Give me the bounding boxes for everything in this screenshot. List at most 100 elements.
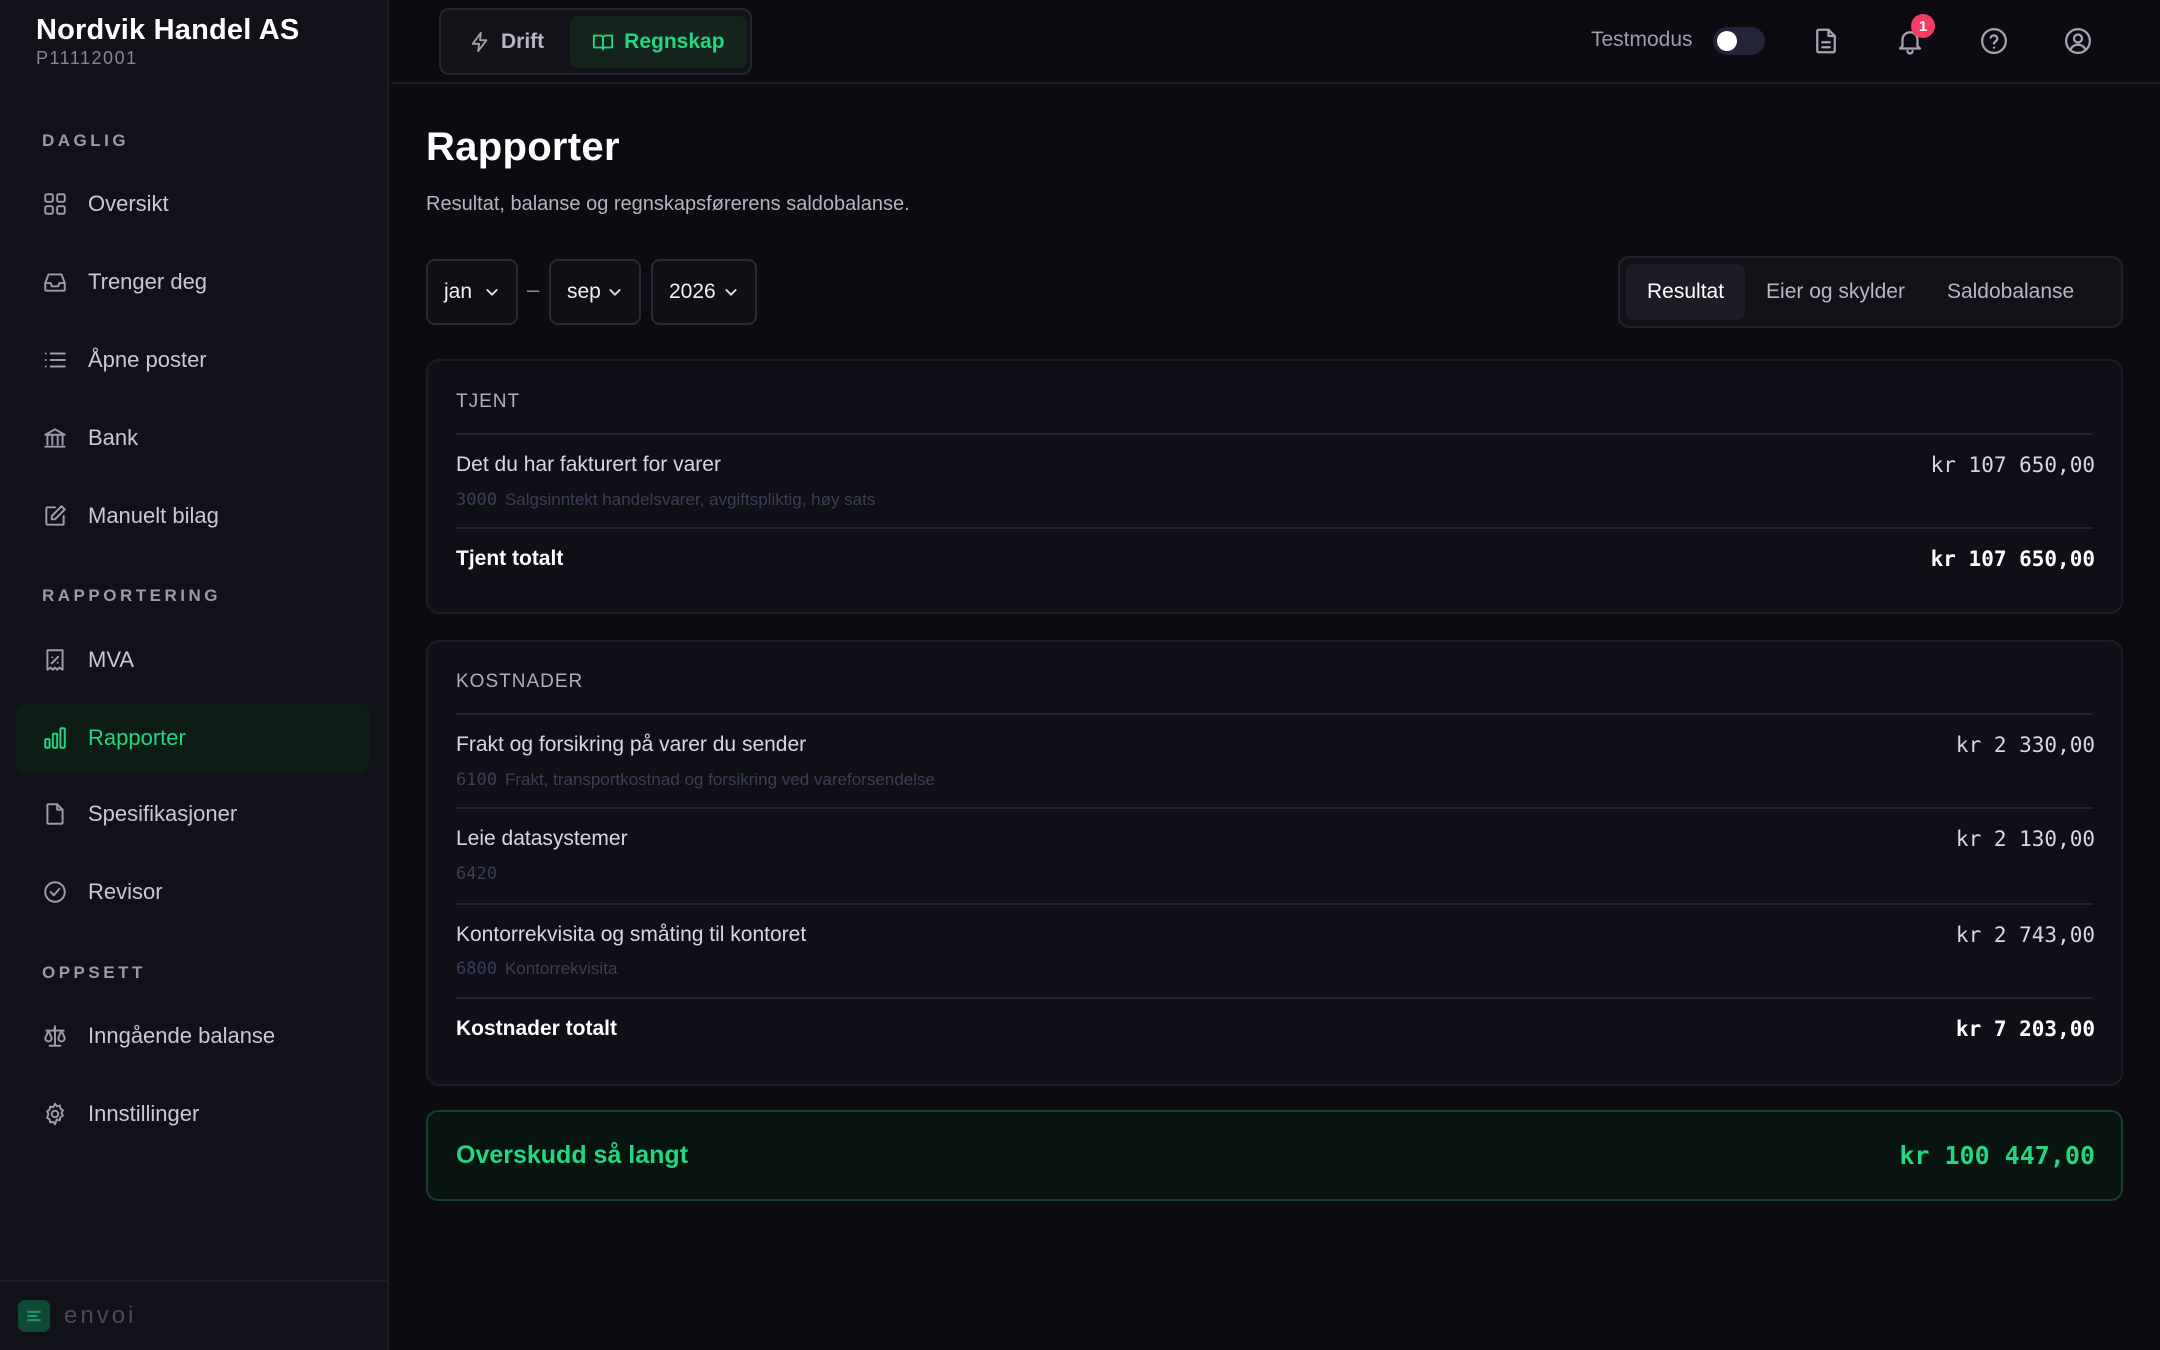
income-total-amount: kr 107 650,00 (1930, 547, 2095, 571)
income-row-label: Det du har fakturert for varer (456, 453, 721, 476)
sidebar-item-label: Rapporter (88, 725, 186, 750)
account-number: 6420 (456, 864, 497, 884)
profit-amount: kr 100 447,00 (1899, 1141, 2095, 1170)
profit-label: Overskudd så langt (456, 1141, 689, 1169)
section-title-daglig: DAGLIG (42, 131, 130, 150)
cost-row-account: 6800 Kontorrekvisita (456, 959, 617, 979)
chevron-down-icon (609, 289, 621, 296)
cost-row-amount: kr 2 330,00 (1955, 733, 2095, 757)
document-text-icon (1816, 28, 1836, 54)
testmodus-label: Testmodus (1591, 28, 1693, 51)
topbar: Drift Regnskap Testmodus 1 (391, 0, 2160, 84)
divider (456, 527, 2093, 529)
tab-saldobalanse[interactable]: Saldobalanse (1926, 264, 2095, 320)
income-total-label: Tjent totalt (456, 547, 564, 570)
inbox-icon (42, 269, 68, 295)
document-button[interactable] (1807, 22, 1845, 60)
page-subtitle: Resultat, balanse og regnskapsførerens s… (426, 193, 910, 215)
notification-badge: 1 (1911, 14, 1935, 38)
costs-total-label: Kostnader totalt (456, 1017, 618, 1040)
check-circle-icon (42, 879, 68, 905)
sidebar-item-mva[interactable]: MVA (16, 625, 369, 695)
report-tabs: Resultat Eier og skylder Saldobalanse (1618, 256, 2123, 328)
toggle-knob (1717, 31, 1737, 51)
divider (456, 903, 2093, 905)
chevron-down-icon (725, 289, 737, 296)
costs-card: KOSTNADER Frakt og forsikring på varer d… (426, 640, 2123, 1086)
testmodus-toggle[interactable] (1713, 27, 1765, 55)
divider (456, 433, 2093, 435)
divider (456, 713, 2093, 715)
open-book-icon (593, 34, 614, 50)
chevron-down-icon (486, 289, 498, 296)
sidebar-item-label: Bank (88, 425, 139, 450)
edit-icon (42, 503, 68, 529)
sidebar-item-innstillinger[interactable]: Innstillinger (16, 1079, 369, 1149)
account-number: 6800 (456, 959, 497, 979)
sidebar-item-label: Revisor (88, 879, 163, 904)
receipt-percent-icon (42, 647, 68, 673)
cost-row-account: 6100 Frakt, transportkostnad og forsikrin… (456, 770, 935, 790)
section-title-rapportering: RAPPORTERING (42, 586, 221, 605)
divider (456, 807, 2093, 809)
sidebar-item-apne-poster[interactable]: Åpne poster (16, 325, 369, 395)
from-month-select[interactable]: jan (426, 259, 518, 325)
sidebar-footer: envoi (0, 1280, 389, 1350)
sidebar-item-label: Trenger deg (88, 269, 208, 294)
year-select[interactable]: 2026 (651, 259, 757, 325)
cost-row-amount: kr 2 743,00 (1955, 923, 2095, 947)
select-value: 2026 (669, 280, 716, 303)
sidebar-item-label: Innstillinger (88, 1101, 200, 1126)
profit-summary: Overskudd så langt kr 100 447,00 (426, 1110, 2123, 1201)
sidebar-item-inngaende-balanse[interactable]: Inngående balanse (16, 1001, 369, 1071)
select-value: jan (444, 280, 473, 303)
to-month-select[interactable]: sep (549, 259, 641, 325)
mode-switch: Drift Regnskap (439, 8, 752, 75)
document-icon (42, 801, 68, 827)
page-title: Rapporter (426, 125, 620, 169)
mode-label: Drift (501, 29, 545, 53)
sidebar-item-spesifikasjoner[interactable]: Spesifikasjoner (16, 779, 369, 849)
income-card: TJENT Det du har fakturert for varer 300… (426, 359, 2123, 614)
envoi-logo-icon (18, 1300, 50, 1332)
sidebar-item-manuelt-bilag[interactable]: Manuelt bilag (16, 481, 369, 551)
range-separator: – (527, 277, 540, 302)
cost-row-label: Frakt og forsikring på varer du sender (456, 733, 807, 756)
sidebar-item-oversikt[interactable]: Oversikt (16, 169, 369, 239)
sidebar-item-trenger-deg[interactable]: Trenger deg (16, 247, 369, 317)
cost-row-label: Kontorrekvisita og småting til kontoret (456, 923, 807, 946)
help-button[interactable] (1975, 22, 2013, 60)
gear-icon (42, 1101, 68, 1127)
tab-resultat[interactable]: Resultat (1626, 264, 1746, 320)
tab-eier-og-skylder[interactable]: Eier og skylder (1745, 264, 1926, 320)
sidebar-item-revisor[interactable]: Revisor (16, 857, 369, 927)
cost-row-amount: kr 2 130,00 (1955, 827, 2095, 851)
divider (456, 997, 2093, 999)
sidebar: Nordvik Handel AS P11112001 DAGLIG Overs… (0, 0, 389, 1350)
sidebar-item-bank[interactable]: Bank (16, 403, 369, 473)
mode-button-regnskap[interactable]: Regnskap (570, 15, 747, 68)
sidebar-item-label: Åpne poster (88, 347, 207, 372)
sidebar-item-label: Manuelt bilag (88, 503, 219, 528)
bar-chart-icon (42, 725, 68, 751)
account-number: 6100 (456, 770, 497, 790)
account-name: Kontorrekvisita (504, 959, 618, 978)
sidebar-item-label: Spesifikasjoner (88, 801, 238, 826)
list-icon (42, 347, 68, 373)
section-title-oppsett: OPPSETT (42, 963, 146, 982)
income-row-amount: kr 107 650,00 (1930, 453, 2095, 477)
costs-total-amount: kr 7 203,00 (1955, 1017, 2095, 1041)
account-button[interactable] (2059, 22, 2097, 60)
mode-button-drift[interactable]: Drift (447, 16, 566, 68)
select-value: sep (567, 280, 601, 303)
sidebar-item-rapporter[interactable]: Rapporter (16, 703, 369, 773)
income-header: TJENT (456, 391, 521, 412)
bank-icon (42, 425, 68, 451)
mode-label: Regnskap (624, 29, 725, 53)
notifications-button[interactable]: 1 (1891, 14, 1935, 60)
company-id: P11112001 (36, 48, 138, 68)
sidebar-item-label: MVA (88, 647, 135, 672)
user-circle-icon (2065, 28, 2091, 54)
income-row-account: 3000 Salgsinntekt handelsvarer, avgiftspl… (456, 490, 875, 510)
help-circle-icon (1981, 28, 2007, 54)
